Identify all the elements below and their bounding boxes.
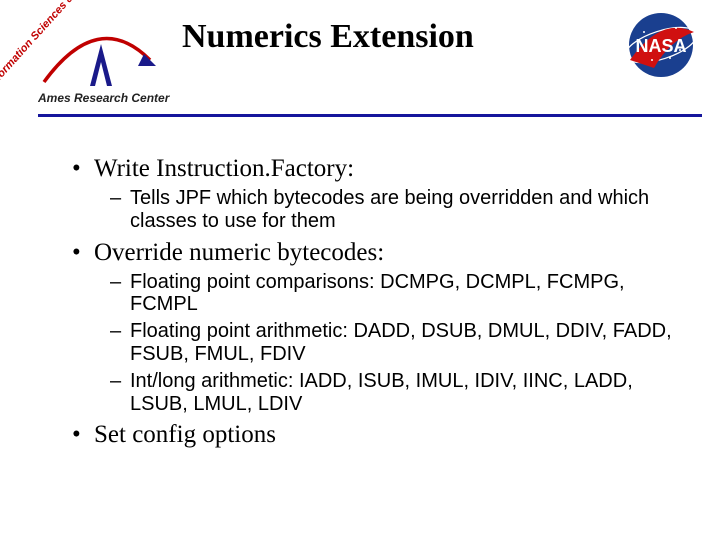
- bullet-text: Floating point arithmetic: DADD, DSUB, D…: [130, 320, 672, 365]
- header-divider: [38, 114, 702, 117]
- bullet-level1: Override numeric bytecodes:: [72, 239, 684, 267]
- slide-title: Numerics Extension: [182, 18, 474, 56]
- slide-content: Write Instruction.Factory: Tells JPF whi…: [72, 155, 684, 453]
- bullet-text: Floating point comparisons: DCMPG, DCMPL…: [130, 271, 625, 316]
- svg-text:NASA: NASA: [635, 36, 686, 56]
- slide-header: Ames Research Center Information Science…: [0, 0, 720, 130]
- bullet-level2: Tells JPF which bytecodes are being over…: [72, 187, 684, 233]
- ames-logo: Ames Research Center: [38, 26, 188, 106]
- bullet-text: Tells JPF which bytecodes are being over…: [130, 187, 649, 232]
- bullet-text: Int/long arithmetic: IADD, ISUB, IMUL, I…: [130, 370, 633, 415]
- bullet-level2: Int/long arithmetic: IADD, ISUB, IMUL, I…: [72, 370, 684, 416]
- bullet-level2: Floating point arithmetic: DADD, DSUB, D…: [72, 320, 684, 366]
- bullet-level1: Write Instruction.Factory:: [72, 155, 684, 183]
- bullet-text: Override numeric bytecodes:: [94, 239, 384, 266]
- nasa-logo-icon: NASA: [620, 10, 702, 80]
- bullet-text: Set config options: [94, 421, 276, 448]
- bullet-level1: Set config options: [72, 421, 684, 449]
- bullet-level2: Floating point comparisons: DCMPG, DCMPL…: [72, 271, 684, 317]
- bullet-text: Write Instruction.Factory:: [94, 155, 354, 182]
- svg-text:Ames Research Center: Ames Research Center: [38, 91, 171, 105]
